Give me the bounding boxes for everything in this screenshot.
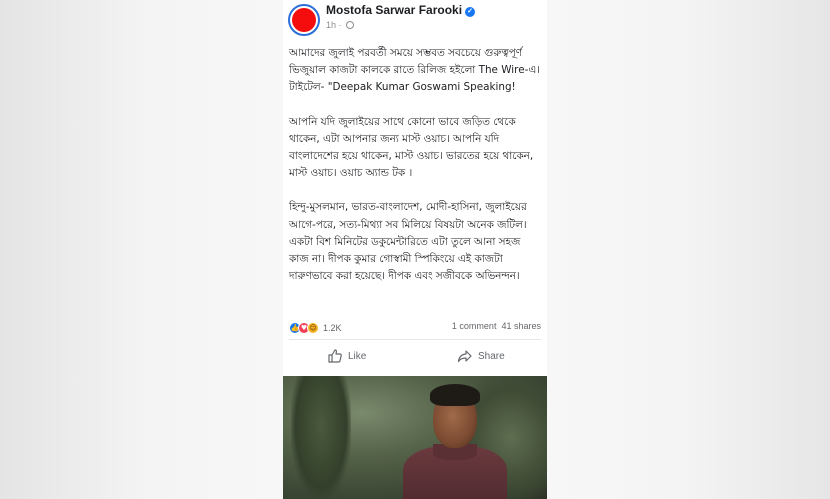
avatar-image [292,8,316,32]
share-count[interactable]: 41 shares [501,321,541,331]
post-stats: 👍 ♥ ☺ 1.2K 1 comment 41 shares [289,320,543,336]
thumbs-up-icon [328,349,342,363]
share-button-label: Share [478,350,505,362]
engagement-counts: 1 comment 41 shares [452,321,541,331]
post-actions: Like Share [283,342,547,370]
post-time[interactable]: 1h [326,20,336,30]
post-paragraph-2: আপনি যদি জুলাইয়ের সাথে কোনো ভাবে জড়িত … [289,115,534,180]
avatar[interactable] [288,4,320,36]
divider [289,339,541,340]
reaction-count[interactable]: 1.2K [323,323,342,333]
author-name[interactable]: Mostofa Sarwar Farooki ✓ [326,3,476,17]
post-meta: 1h · [326,20,355,30]
post-header: Mostofa Sarwar Farooki ✓ 1h · [283,0,547,42]
author-name-text[interactable]: Mostofa Sarwar Farooki [326,3,462,17]
share-button[interactable]: Share [457,342,505,370]
post-paragraph-3: হিন্দু-মুসলমান, ভারত-বাংলাদেশ, মোদী-হাসি… [289,201,527,283]
like-button[interactable]: Like [327,342,366,370]
globe-icon [346,21,355,29]
post-card: Mostofa Sarwar Farooki ✓ 1h · আমাদের জুলা… [283,0,547,499]
haha-reaction-icon: ☺ [307,322,319,334]
photo-foliage-left [291,376,351,499]
photo-person-hair [430,384,480,406]
post-photo[interactable] [283,376,547,499]
post-paragraph-1: আমাদের জুলাই পরবর্তী সময়ে সম্ভবত সবচেয়… [289,47,540,94]
share-icon [457,350,472,363]
like-button-label: Like [348,350,367,362]
verified-icon: ✓ [465,7,476,17]
post-body: আমাদের জুলাই পরবর্তী সময়ে সম্ভবত সবচেয়… [289,45,543,302]
comment-count[interactable]: 1 comment [452,321,497,331]
